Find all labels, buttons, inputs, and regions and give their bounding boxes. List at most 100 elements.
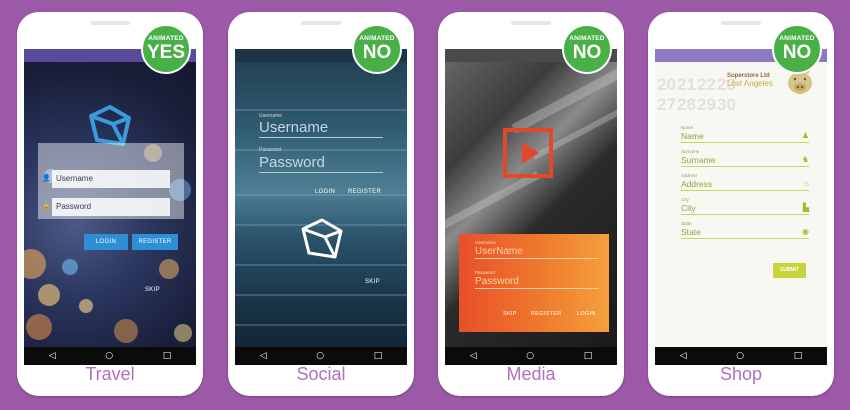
phone-speaker xyxy=(90,21,130,25)
store-city: Lost Angeles xyxy=(727,79,773,88)
calendar-number: 30 xyxy=(717,95,736,114)
username-field[interactable]: Username xyxy=(52,170,170,188)
home-icon: ⌂ xyxy=(804,179,809,188)
cube-logo-icon xyxy=(301,218,343,259)
skip-link[interactable]: SKIP xyxy=(365,279,380,285)
phone-label: Shop xyxy=(719,364,763,384)
travel-screen: 👤 Username 🔒 Password LOGIN REGISTER SKI… xyxy=(24,49,196,365)
calendar-number: 29 xyxy=(697,95,716,114)
register-button[interactable]: REGISTER xyxy=(132,234,178,250)
animated-badge: ANIMATED YES xyxy=(141,24,191,74)
recent-apps-icon[interactable]: □ xyxy=(584,351,593,361)
address-caption: Address xyxy=(681,173,698,178)
city-value: City xyxy=(681,203,696,213)
password-caption: Password xyxy=(475,270,495,275)
login-link[interactable]: LOGIN xyxy=(577,311,596,317)
android-nav-bar: ◁ ○ □ xyxy=(235,347,407,365)
bokeh-light xyxy=(62,259,78,275)
home-icon[interactable]: ○ xyxy=(316,351,324,361)
username-caption: Username xyxy=(475,240,496,245)
phone-travel: 👤 Username 🔒 Password LOGIN REGISTER SKI… xyxy=(17,12,203,396)
animated-badge: ANIMATED NO xyxy=(352,24,402,74)
skip-link[interactable]: SKIP xyxy=(503,311,517,317)
android-nav-bar: ◁ ○ □ xyxy=(655,347,827,365)
city-field[interactable]: City ▙ xyxy=(681,203,809,215)
recent-apps-icon[interactable]: □ xyxy=(794,351,803,361)
shop-screen: 20 21 22 23 27 28 29 30 Superstore Ltd L… xyxy=(655,49,827,365)
calendar-number: 27 xyxy=(657,95,676,114)
user-icon: 👤 xyxy=(42,175,51,182)
state-value: State xyxy=(681,227,701,237)
login-card: Username UserName Password Password SKIP… xyxy=(459,234,609,332)
back-icon[interactable]: ◁ xyxy=(260,351,267,361)
phone-speaker xyxy=(301,21,341,25)
skip-link[interactable]: SKIP xyxy=(145,287,160,293)
phone-speaker xyxy=(511,21,551,25)
surname-field[interactable]: Surname ♞ xyxy=(681,155,809,167)
play-icon xyxy=(522,142,539,164)
bokeh-light xyxy=(38,284,60,306)
store-header: Superstore Ltd Lost Angeles xyxy=(727,73,773,88)
media-screen: Username UserName Password Password SKIP… xyxy=(445,49,617,365)
back-icon[interactable]: ◁ xyxy=(680,351,687,361)
people-icon: ♞ xyxy=(801,155,809,164)
password-field[interactable]: Password xyxy=(52,198,170,216)
badge-value: NO xyxy=(362,42,392,63)
bokeh-light xyxy=(159,259,179,279)
android-nav-bar: ◁ ○ □ xyxy=(24,347,196,365)
calendar-number: 28 xyxy=(677,95,696,114)
social-screen: Username Username Password Password LOGI… xyxy=(235,49,407,365)
bokeh-light xyxy=(114,319,138,343)
wave-highlight xyxy=(235,264,407,266)
building-icon: ▙ xyxy=(802,203,809,212)
state-caption: State xyxy=(681,221,692,226)
back-icon[interactable]: ◁ xyxy=(470,351,477,361)
name-caption: Name xyxy=(681,125,694,130)
submit-button[interactable]: SUBMIT xyxy=(773,263,806,278)
phone-label: Travel xyxy=(85,364,135,384)
register-link[interactable]: REGISTER xyxy=(531,311,562,317)
address-field[interactable]: Address ⌂ xyxy=(681,179,809,191)
recent-apps-icon[interactable]: □ xyxy=(163,351,172,361)
badge-caption: ANIMATED xyxy=(569,35,605,42)
surname-caption: Surname xyxy=(681,149,700,154)
home-icon[interactable]: ○ xyxy=(105,351,113,361)
bokeh-light xyxy=(79,299,93,313)
wave-highlight xyxy=(235,324,407,326)
state-field[interactable]: State ◉ xyxy=(681,227,809,239)
play-button[interactable] xyxy=(503,128,553,178)
badge-value: YES xyxy=(146,42,186,63)
phone-speaker xyxy=(721,21,761,25)
name-field[interactable]: Name ♟ xyxy=(681,131,809,143)
animated-badge: ANIMATED NO xyxy=(562,24,612,74)
username-field[interactable]: UserName xyxy=(475,246,599,259)
badge-value: NO xyxy=(782,42,812,63)
phone-label: Media xyxy=(506,364,556,384)
password-field[interactable]: Password xyxy=(475,276,599,289)
badge-caption: ANIMATED xyxy=(148,35,184,42)
badge-caption: ANIMATED xyxy=(779,35,815,42)
name-value: Name xyxy=(681,131,704,141)
calendar-number: 22 xyxy=(697,75,716,94)
recent-apps-icon[interactable]: □ xyxy=(374,351,383,361)
back-icon[interactable]: ◁ xyxy=(49,351,56,361)
lock-icon: 🔒 xyxy=(42,203,51,210)
bokeh-light xyxy=(174,324,192,342)
animated-badge: ANIMATED NO xyxy=(772,24,822,74)
calendar-number: 20 xyxy=(657,75,676,94)
login-button[interactable]: LOGIN xyxy=(84,234,128,250)
wave-highlight xyxy=(235,294,407,296)
home-icon[interactable]: ○ xyxy=(526,351,534,361)
login-link[interactable]: LOGIN xyxy=(315,189,335,195)
username-field[interactable]: Username xyxy=(259,119,383,138)
phone-media: Username UserName Password Password SKIP… xyxy=(438,12,624,396)
badge-caption: ANIMATED xyxy=(359,35,395,42)
calendar-number: 21 xyxy=(677,75,696,94)
person-icon: ♟ xyxy=(801,131,809,140)
password-field[interactable]: Password xyxy=(259,154,383,173)
home-icon[interactable]: ○ xyxy=(736,351,744,361)
phone-label: Social xyxy=(296,364,346,384)
register-link[interactable]: REGISTER xyxy=(348,189,381,195)
password-caption: Password xyxy=(259,147,281,153)
city-caption: City xyxy=(681,197,689,202)
